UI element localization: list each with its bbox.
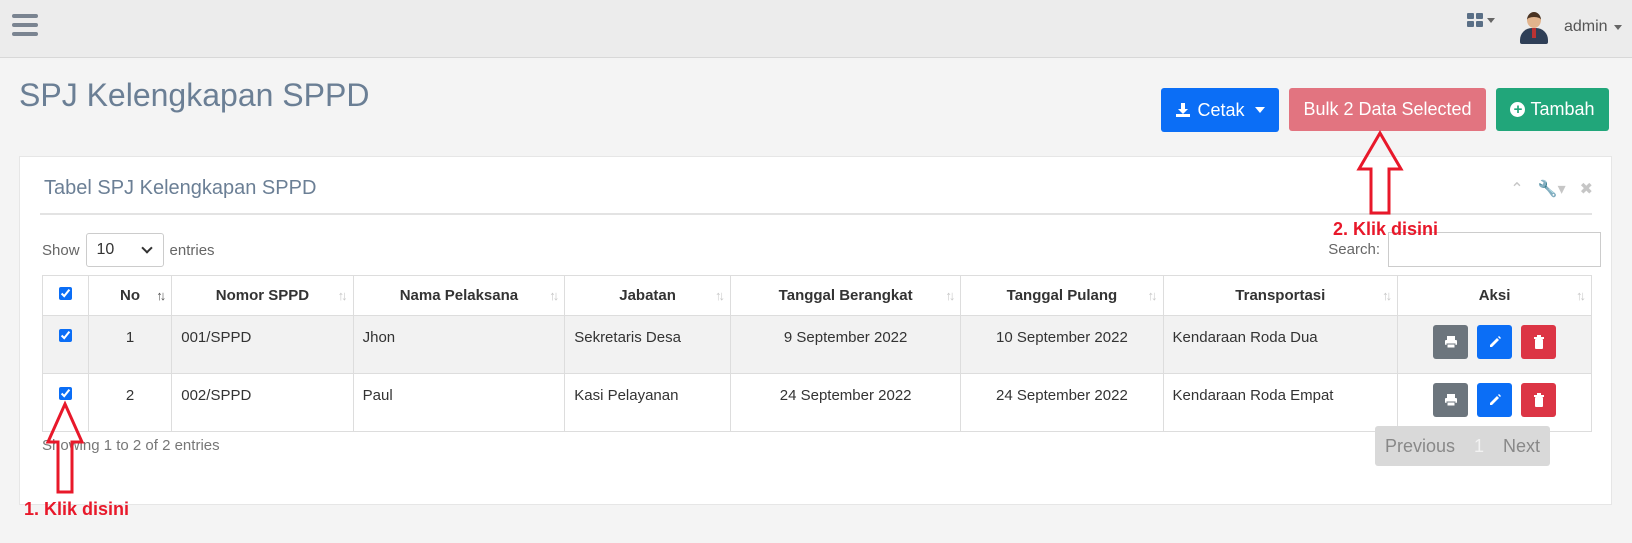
cell-tanggal-pulang: 24 September 2022 — [960, 373, 1164, 432]
tambah-label: Tambah — [1530, 99, 1595, 119]
cetak-label: Cetak — [1197, 99, 1245, 120]
row-checkbox-cell — [42, 315, 89, 374]
cell-jabatan: Kasi Pelayanan — [564, 373, 731, 432]
panel-tools: ⌃ 🔧▾ ✖ — [1510, 179, 1593, 199]
print-icon — [1444, 336, 1457, 349]
delete-button[interactable] — [1521, 383, 1557, 417]
cetak-dropdown-button[interactable]: Cetak — [1161, 88, 1279, 132]
trash-icon — [1533, 393, 1544, 407]
annotation-step-2: 2. Klik disini — [1333, 219, 1439, 239]
chevron-down-icon — [140, 242, 153, 254]
pagination: Previous 1 Next — [1375, 426, 1550, 466]
tambah-button[interactable]: + Tambah — [1496, 88, 1609, 131]
column-header-no[interactable]: No ↑↓ — [87, 275, 173, 316]
entries-label: entries — [169, 241, 215, 259]
menu-toggle-icon[interactable] — [12, 14, 38, 38]
print-icon — [1444, 394, 1457, 407]
edit-button[interactable] — [1477, 383, 1513, 417]
cell-no: 2 — [87, 373, 173, 432]
search-label: Search: — [1328, 241, 1380, 258]
entries-length-control: Show 10 entries — [42, 233, 215, 267]
cell-no: 1 — [87, 315, 173, 374]
sort-icon: ↑↓ — [714, 288, 725, 303]
user-menu[interactable]: admin — [1518, 10, 1622, 44]
cell-jabatan: Sekretaris Desa — [564, 315, 731, 374]
sort-asc-icon: ↑↓ — [156, 288, 166, 303]
panel-title: Tabel SPJ Kelengkapan SPPD — [44, 177, 317, 199]
print-button[interactable] — [1433, 383, 1469, 417]
avatar — [1518, 10, 1550, 44]
collapse-icon[interactable]: ⌃ — [1510, 179, 1523, 199]
sort-icon: ↑↓ — [1382, 288, 1392, 303]
trash-icon — [1533, 335, 1544, 349]
print-button[interactable] — [1433, 325, 1469, 359]
sort-icon: ↑↓ — [945, 288, 955, 303]
row-checkbox[interactable] — [58, 329, 72, 342]
apps-menu[interactable] — [1467, 13, 1495, 27]
table-row: 2 002/SPPD Paul Kasi Pelayanan 24 Septem… — [42, 373, 1592, 432]
select-all-header — [42, 275, 89, 316]
table-row: 1 001/SPPD Jhon Sekretaris Desa 9 Septem… — [42, 315, 1592, 374]
column-header-nomor-sppd[interactable]: Nomor SPPD ↑↓ — [171, 275, 354, 316]
user-name: admin — [1564, 18, 1608, 35]
annotation-arrow-up — [45, 400, 85, 494]
plus-circle-icon: + — [1510, 102, 1526, 117]
caret-down-icon — [1254, 107, 1265, 113]
column-header-aksi[interactable]: Aksi ↑↓ — [1397, 275, 1592, 316]
data-table: No ↑↓ Nomor SPPD ↑↓ Nama Pelaksana ↑↓ Jabat… — [42, 275, 1592, 432]
sort-icon: ↑↓ — [337, 288, 348, 303]
cell-tanggal-pulang: 10 September 2022 — [960, 315, 1164, 374]
wrench-icon[interactable]: 🔧▾ — [1538, 179, 1566, 199]
download-icon — [1176, 103, 1191, 117]
row-checkbox[interactable] — [58, 387, 72, 400]
pencil-icon — [1489, 336, 1501, 347]
page-title: SPJ Kelengkapan SPPD — [19, 77, 370, 113]
select-all-checkbox[interactable] — [58, 287, 72, 300]
pencil-icon — [1489, 394, 1501, 405]
column-header-tanggal-berangkat[interactable]: Tanggal Berangkat ↑↓ — [729, 275, 962, 316]
show-label: Show — [42, 241, 80, 259]
column-header-jabatan[interactable]: Jabatan ↑↓ — [564, 275, 731, 316]
cell-nama-pelaksana: Jhon — [352, 315, 566, 374]
entries-select[interactable]: 10 — [85, 233, 164, 267]
next-page-button[interactable]: Next — [1503, 436, 1540, 457]
cell-nama-pelaksana: Paul — [352, 373, 566, 432]
cell-nomor-sppd: 001/SPPD — [171, 315, 354, 374]
cell-aksi — [1397, 315, 1592, 374]
top-navbar: admin — [0, 0, 1632, 58]
cell-transportasi: Kendaraan Roda Empat — [1162, 373, 1399, 432]
annotation-arrow-up — [1356, 130, 1404, 215]
current-page[interactable]: 1 — [1474, 436, 1484, 457]
entries-value: 10 — [96, 241, 115, 258]
cell-tanggal-berangkat: 24 September 2022 — [729, 373, 962, 432]
sort-icon: ↑↓ — [1147, 288, 1158, 303]
cell-tanggal-berangkat: 9 September 2022 — [729, 315, 962, 374]
caret-down-icon — [1487, 17, 1495, 23]
cell-transportasi: Kendaraan Roda Dua — [1162, 315, 1399, 374]
column-header-nama-pelaksana[interactable]: Nama Pelaksana ↑↓ — [352, 275, 566, 316]
close-icon[interactable]: ✖ — [1580, 179, 1593, 199]
sort-icon: ↑↓ — [1576, 288, 1586, 303]
delete-button[interactable] — [1521, 325, 1557, 359]
sort-icon: ↑↓ — [549, 288, 559, 303]
bulk-label: Bulk 2 Data Selected — [1303, 99, 1472, 119]
annotation-step-1: 1. Klik disini — [24, 499, 130, 519]
grid-icon — [1467, 13, 1483, 27]
cell-nomor-sppd: 002/SPPD — [171, 373, 354, 432]
previous-page-button[interactable]: Previous — [1385, 436, 1455, 457]
column-header-tanggal-pulang[interactable]: Tanggal Pulang ↑↓ — [960, 275, 1164, 316]
bulk-selected-button[interactable]: Bulk 2 Data Selected — [1289, 88, 1486, 131]
cell-aksi — [1397, 373, 1592, 432]
caret-down-icon — [1613, 24, 1622, 30]
edit-button[interactable] — [1477, 325, 1513, 359]
column-header-transportasi[interactable]: Transportasi ↑↓ — [1162, 275, 1399, 316]
